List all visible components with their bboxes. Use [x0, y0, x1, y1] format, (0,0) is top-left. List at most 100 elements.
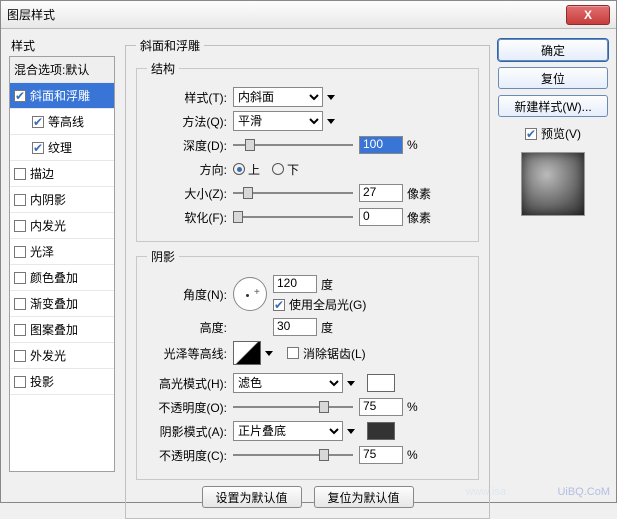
- antialias-checkbox[interactable]: [287, 347, 299, 359]
- shadow-opacity-input[interactable]: 75: [359, 446, 403, 464]
- checkbox-stroke[interactable]: [14, 168, 26, 180]
- direction-up-label: 上: [248, 161, 260, 178]
- angle-label: 角度(N):: [147, 286, 233, 303]
- size-input[interactable]: 27: [359, 184, 403, 202]
- direction-up-radio[interactable]: [233, 163, 245, 175]
- make-default-button[interactable]: 设置为默认值: [202, 486, 302, 508]
- style-item-label: 内阴影: [30, 191, 66, 208]
- highlight-color-swatch[interactable]: [367, 374, 395, 392]
- shadow-opacity-slider[interactable]: [233, 447, 353, 463]
- layer-style-dialog: 图层样式 X 样式 混合选项:默认 斜面和浮雕 等高线 纹理: [0, 0, 617, 503]
- style-item-label: 描边: [30, 165, 54, 182]
- style-item-contour[interactable]: 等高线: [10, 109, 114, 135]
- bevel-panel-title: 斜面和浮雕: [136, 37, 204, 54]
- shading-group: 阴影 角度(N): + 120 度 使用全局光(G): [136, 248, 479, 480]
- checkbox-bevel[interactable]: [14, 90, 26, 102]
- style-item-label: 斜面和浮雕: [30, 87, 90, 104]
- checkbox-drop-shadow[interactable]: [14, 376, 26, 388]
- size-label: 大小(Z):: [147, 185, 233, 202]
- depth-slider[interactable]: [233, 137, 353, 153]
- size-unit: 像素: [407, 185, 431, 202]
- preview-thumbnail: [521, 152, 585, 216]
- style-combo[interactable]: 内斜面: [233, 87, 323, 107]
- style-list: 混合选项:默认 斜面和浮雕 等高线 纹理 描边: [9, 56, 115, 472]
- close-button[interactable]: X: [566, 5, 610, 25]
- style-label: 样式(T):: [147, 89, 233, 106]
- size-slider[interactable]: [233, 185, 353, 201]
- checkbox-satin[interactable]: [14, 246, 26, 258]
- style-item-label: 外发光: [30, 347, 66, 364]
- checkbox-inner-glow[interactable]: [14, 220, 26, 232]
- depth-input[interactable]: 100: [359, 136, 403, 154]
- style-item-inner-glow[interactable]: 内发光: [10, 213, 114, 239]
- content-area: 样式 混合选项:默认 斜面和浮雕 等高线 纹理: [1, 29, 616, 502]
- angle-unit: 度: [321, 276, 333, 293]
- direction-down-label: 下: [287, 161, 299, 178]
- style-item-drop-shadow[interactable]: 投影: [10, 369, 114, 395]
- cancel-button[interactable]: 复位: [498, 67, 608, 89]
- highlight-opacity-label: 不透明度(O):: [147, 399, 233, 416]
- global-light-checkbox[interactable]: [273, 299, 285, 311]
- global-light-label: 使用全局光(G): [289, 296, 366, 313]
- checkbox-inner-shadow[interactable]: [14, 194, 26, 206]
- style-item-stroke[interactable]: 描边: [10, 161, 114, 187]
- preview-label: 预览(V): [541, 125, 581, 142]
- ok-button[interactable]: 确定: [498, 39, 608, 61]
- checkbox-gradient-overlay[interactable]: [14, 298, 26, 310]
- highlight-mode-combo[interactable]: 滤色: [233, 373, 343, 393]
- shadow-mode-combo[interactable]: 正片叠底: [233, 421, 343, 441]
- altitude-input[interactable]: 30: [273, 318, 317, 336]
- technique-combo[interactable]: 平滑: [233, 111, 323, 131]
- angle-input[interactable]: 120: [273, 275, 317, 293]
- reset-default-button[interactable]: 复位为默认值: [314, 486, 414, 508]
- soften-slider[interactable]: [233, 209, 353, 225]
- depth-unit: %: [407, 138, 418, 152]
- structure-legend: 结构: [147, 60, 179, 77]
- checkbox-outer-glow[interactable]: [14, 350, 26, 362]
- style-item-satin[interactable]: 光泽: [10, 239, 114, 265]
- style-item-label: 图案叠加: [30, 321, 78, 338]
- bevel-panel: 斜面和浮雕 结构 样式(T): 内斜面 方法(Q): 平滑 深度(D):: [125, 37, 490, 519]
- new-style-button[interactable]: 新建样式(W)...: [498, 95, 608, 117]
- styles-column: 样式 混合选项:默认 斜面和浮雕 等高线 纹理: [9, 37, 115, 494]
- shadow-color-swatch[interactable]: [367, 422, 395, 440]
- preview-checkbox[interactable]: [525, 128, 537, 140]
- right-column: 确定 复位 新建样式(W)... 预览(V): [498, 37, 608, 494]
- style-item-label: 光泽: [30, 243, 54, 260]
- checkbox-color-overlay[interactable]: [14, 272, 26, 284]
- highlight-opacity-slider[interactable]: [233, 399, 353, 415]
- style-item-label: 内发光: [30, 217, 66, 234]
- styles-header: 样式: [9, 37, 115, 54]
- style-item-color-overlay[interactable]: 颜色叠加: [10, 265, 114, 291]
- settings-column: 斜面和浮雕 结构 样式(T): 内斜面 方法(Q): 平滑 深度(D):: [115, 37, 498, 494]
- checkbox-texture[interactable]: [32, 142, 44, 154]
- depth-label: 深度(D):: [147, 137, 233, 154]
- altitude-label: 高度:: [147, 319, 233, 336]
- chevron-down-icon[interactable]: [261, 345, 277, 361]
- style-item-inner-shadow[interactable]: 内阴影: [10, 187, 114, 213]
- style-item-outer-glow[interactable]: 外发光: [10, 343, 114, 369]
- style-item-label: 等高线: [48, 113, 84, 130]
- blend-options-item[interactable]: 混合选项:默认: [10, 57, 114, 83]
- chevron-down-icon: [343, 423, 359, 439]
- style-item-label: 投影: [30, 373, 54, 390]
- style-item-pattern-overlay[interactable]: 图案叠加: [10, 317, 114, 343]
- highlight-opacity-input[interactable]: 75: [359, 398, 403, 416]
- structure-group: 结构 样式(T): 内斜面 方法(Q): 平滑 深度(D):: [136, 60, 479, 242]
- highlight-mode-label: 高光模式(H):: [147, 375, 233, 392]
- style-item-label: 颜色叠加: [30, 269, 78, 286]
- direction-down-radio[interactable]: [272, 163, 284, 175]
- checkbox-contour[interactable]: [32, 116, 44, 128]
- style-item-texture[interactable]: 纹理: [10, 135, 114, 161]
- altitude-unit: 度: [321, 319, 333, 336]
- angle-dial[interactable]: +: [233, 277, 267, 311]
- style-item-bevel[interactable]: 斜面和浮雕: [10, 83, 114, 109]
- style-item-gradient-overlay[interactable]: 渐变叠加: [10, 291, 114, 317]
- gloss-contour-picker[interactable]: [233, 341, 261, 365]
- shading-legend: 阴影: [147, 248, 179, 265]
- window-title: 图层样式: [7, 6, 566, 23]
- checkbox-pattern-overlay[interactable]: [14, 324, 26, 336]
- soften-input[interactable]: 0: [359, 208, 403, 226]
- shadow-opacity-unit: %: [407, 448, 418, 462]
- blend-options-label: 混合选项:默认: [14, 61, 89, 78]
